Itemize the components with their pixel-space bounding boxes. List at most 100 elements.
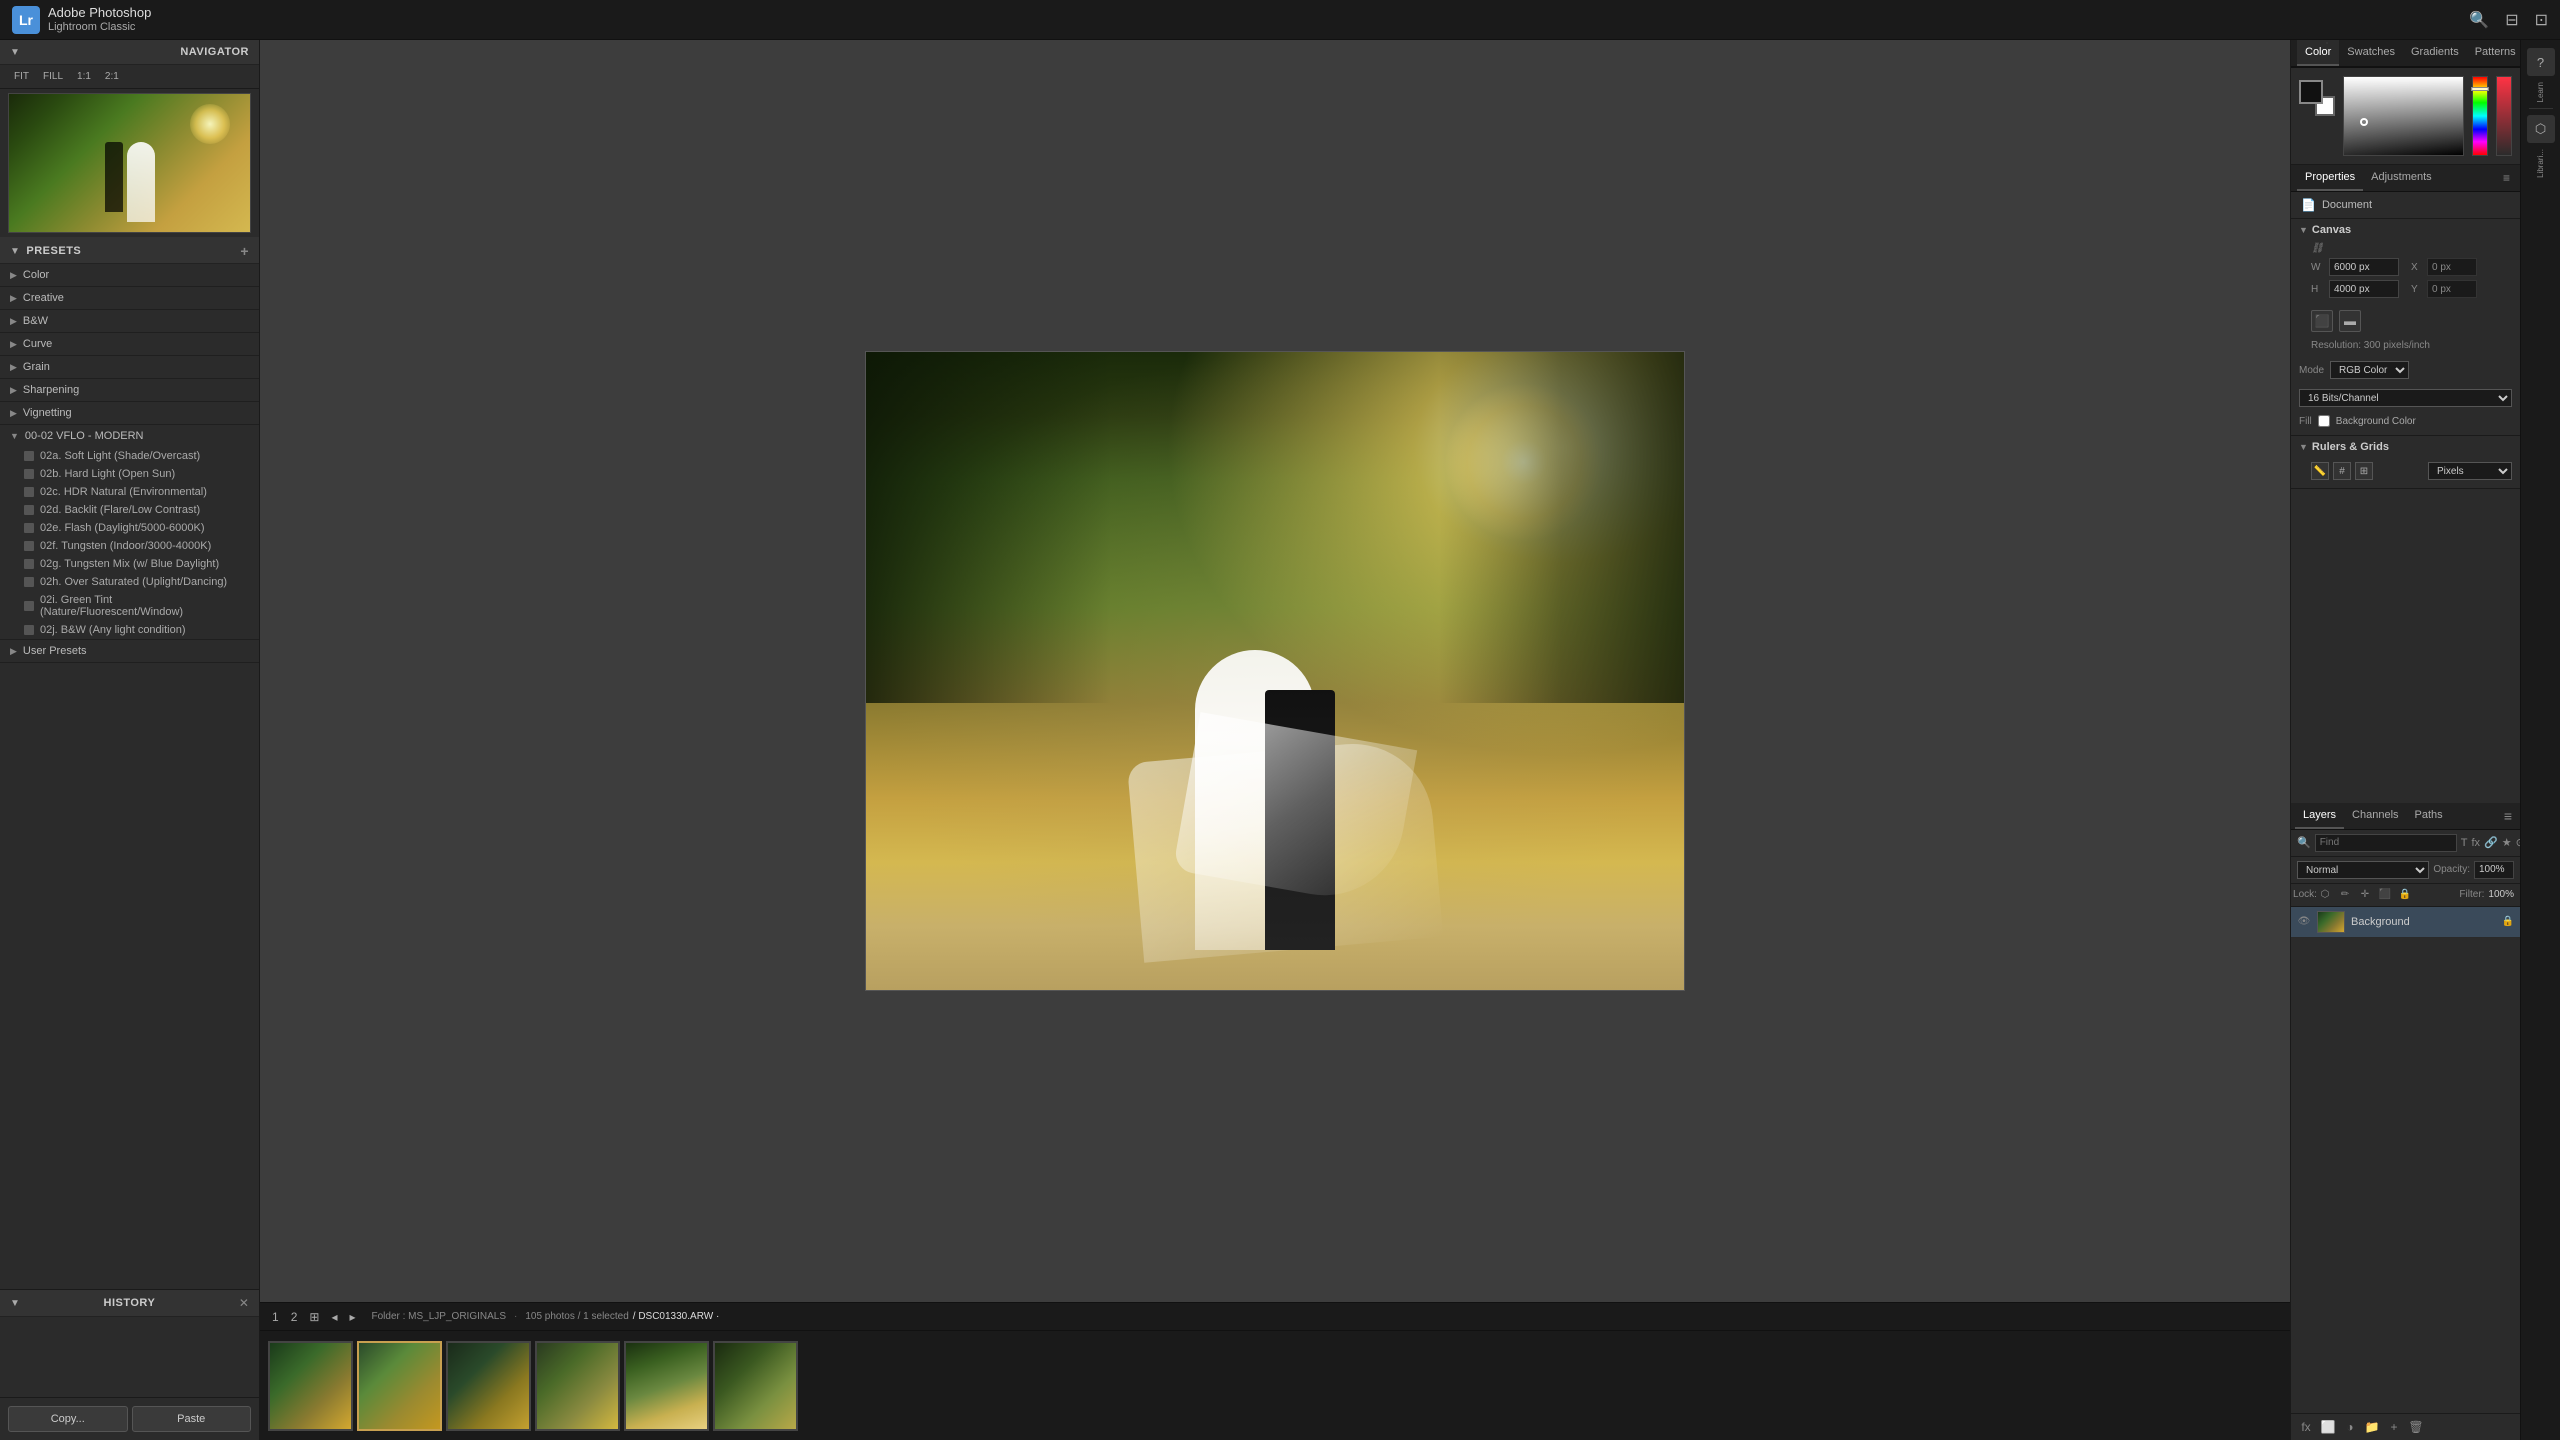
preset-item-02g[interactable]: 02g. Tungsten Mix (w/ Blue Daylight) bbox=[0, 555, 259, 573]
filmstrip-thumb-6[interactable] bbox=[713, 1341, 798, 1431]
view-btn-2[interactable]: 2 bbox=[287, 1308, 302, 1326]
layer-smart-icon[interactable]: 🔗 bbox=[2484, 834, 2498, 852]
canvas-area[interactable] bbox=[260, 40, 2290, 1302]
filmstrip-thumb-3[interactable] bbox=[446, 1341, 531, 1431]
libraries-label[interactable]: Librari... bbox=[2536, 149, 2545, 178]
lock-artboard-btn[interactable]: ⬛ bbox=[2377, 887, 2393, 903]
blend-mode-select[interactable]: Normal Multiply Screen bbox=[2297, 861, 2429, 879]
view-left-btn[interactable]: ◂ bbox=[327, 1308, 341, 1326]
opacity-input[interactable] bbox=[2474, 861, 2514, 879]
color-spectrum[interactable] bbox=[2343, 76, 2464, 156]
adjustment-btn[interactable]: ◑ bbox=[2341, 1418, 2359, 1436]
nav-2-1-btn[interactable]: 2:1 bbox=[101, 69, 123, 84]
tab-layers[interactable]: Layers bbox=[2295, 803, 2344, 829]
copy-button[interactable]: Copy... bbox=[8, 1406, 128, 1432]
bits-select[interactable]: 16 Bits/Channel bbox=[2299, 389, 2512, 407]
learn-label[interactable]: Learn bbox=[2536, 82, 2545, 102]
tab-color[interactable]: Color bbox=[2297, 40, 2339, 66]
foreground-swatch[interactable] bbox=[2299, 80, 2323, 104]
view-right-btn[interactable]: ▸ bbox=[345, 1308, 359, 1326]
presets-add-btn[interactable]: + bbox=[240, 243, 249, 259]
delete-layer-btn[interactable]: 🗑 bbox=[2407, 1418, 2425, 1436]
rulers-unit-select[interactable]: Pixels Inches Centimeters bbox=[2428, 462, 2512, 480]
rulers-header[interactable]: ▼ Rulers & Grids bbox=[2291, 436, 2520, 458]
preset-curve-header[interactable]: ▶ Curve bbox=[0, 333, 259, 355]
preset-item-02j[interactable]: 02j. B&W (Any light condition) bbox=[0, 621, 259, 639]
x-input[interactable] bbox=[2427, 258, 2477, 276]
search-icon[interactable]: 🔍 bbox=[2297, 834, 2311, 852]
window-icon[interactable]: ⊟ bbox=[2505, 10, 2518, 30]
preset-item-02h[interactable]: 02h. Over Saturated (Uplight/Dancing) bbox=[0, 573, 259, 591]
layer-attr-icon[interactable]: ★ bbox=[2502, 834, 2512, 852]
preset-color-header[interactable]: ▶ Color bbox=[0, 264, 259, 286]
portrait-icon-btn[interactable]: ▬ bbox=[2339, 310, 2361, 332]
tab-paths[interactable]: Paths bbox=[2407, 803, 2451, 829]
fill-checkbox[interactable] bbox=[2318, 415, 2330, 427]
link-icon[interactable]: ⛓ bbox=[2311, 243, 2324, 254]
layer-type-icon[interactable]: T bbox=[2461, 834, 2468, 852]
nav-fill-btn[interactable]: FILL bbox=[39, 69, 67, 84]
view-btn-1[interactable]: 1 bbox=[268, 1308, 283, 1326]
presets-header[interactable]: ▼ Presets + bbox=[0, 237, 259, 264]
layers-menu-btn[interactable]: ≡ bbox=[2500, 804, 2516, 828]
alpha-slider[interactable] bbox=[2496, 76, 2512, 156]
tab-channels[interactable]: Channels bbox=[2344, 803, 2406, 829]
maximize-icon[interactable]: ⊡ bbox=[2535, 10, 2548, 30]
preset-item-02a[interactable]: 02a. Soft Light (Shade/Overcast) bbox=[0, 447, 259, 465]
ruler-icon-3[interactable]: ⊞ bbox=[2355, 462, 2373, 480]
fx-btn[interactable]: fx bbox=[2297, 1418, 2315, 1436]
tab-swatches[interactable]: Swatches bbox=[2339, 40, 2403, 66]
libraries-btn[interactable]: ⬡ bbox=[2527, 115, 2555, 143]
preset-user-header[interactable]: ▶ User Presets bbox=[0, 640, 259, 662]
layer-fx-icon[interactable]: fx bbox=[2471, 834, 2480, 852]
nav-1-1-btn[interactable]: 1:1 bbox=[73, 69, 95, 84]
preset-creative-header[interactable]: ▶ Creative bbox=[0, 287, 259, 309]
layer-eye-icon[interactable]: 👁 bbox=[2297, 915, 2311, 929]
canvas-header[interactable]: ▼ Canvas bbox=[2291, 219, 2520, 241]
learn-btn[interactable]: ? bbox=[2527, 48, 2555, 76]
paste-button[interactable]: Paste bbox=[132, 1406, 252, 1432]
preset-grain-header[interactable]: ▶ Grain bbox=[0, 356, 259, 378]
lock-paint-btn[interactable]: ✏ bbox=[2337, 887, 2353, 903]
search-top-icon[interactable]: 🔍 bbox=[2469, 10, 2489, 30]
history-header[interactable]: ▼ History ✕ bbox=[0, 1290, 259, 1317]
height-input[interactable] bbox=[2329, 280, 2399, 298]
navigator-header[interactable]: ▼ Navigator bbox=[0, 40, 259, 65]
preset-bw-header[interactable]: ▶ B&W bbox=[0, 310, 259, 332]
width-input[interactable] bbox=[2329, 258, 2399, 276]
layer-background[interactable]: 👁 Background 🔒 bbox=[2291, 907, 2520, 938]
preset-item-02f[interactable]: 02f. Tungsten (Indoor/3000-4000K) bbox=[0, 537, 259, 555]
lock-position-btn[interactable]: ✛ bbox=[2357, 887, 2373, 903]
filmstrip-thumb-4[interactable] bbox=[535, 1341, 620, 1431]
new-layer-btn[interactable]: + bbox=[2385, 1418, 2403, 1436]
filmstrip-thumb-1[interactable] bbox=[268, 1341, 353, 1431]
preset-item-02c[interactable]: 02c. HDR Natural (Environmental) bbox=[0, 483, 259, 501]
preset-item-02i[interactable]: 02i. Green Tint (Nature/Fluorescent/Wind… bbox=[0, 591, 259, 621]
history-close-btn[interactable]: ✕ bbox=[239, 1296, 249, 1310]
group-btn[interactable]: 📁 bbox=[2363, 1418, 2381, 1436]
preset-vignetting-header[interactable]: ▶ Vignetting bbox=[0, 402, 259, 424]
preset-custom-header[interactable]: ▼ 00-02 VFLO - MODERN bbox=[0, 425, 259, 447]
props-menu-icon[interactable]: ≡ bbox=[2499, 167, 2514, 189]
layers-search-input[interactable] bbox=[2315, 834, 2457, 852]
mode-select[interactable]: RGB Color bbox=[2330, 361, 2409, 379]
landscape-icon-btn[interactable]: ⬛ bbox=[2311, 310, 2333, 332]
filmstrip-thumb-2[interactable] bbox=[357, 1341, 442, 1431]
add-mask-btn[interactable]: ⬜ bbox=[2319, 1418, 2337, 1436]
preset-item-02d[interactable]: 02d. Backlit (Flare/Low Contrast) bbox=[0, 501, 259, 519]
lock-all-btn[interactable]: 🔒 bbox=[2397, 887, 2413, 903]
preset-item-02e[interactable]: 02e. Flash (Daylight/5000-6000K) bbox=[0, 519, 259, 537]
y-input[interactable] bbox=[2427, 280, 2477, 298]
tab-adjustments[interactable]: Adjustments bbox=[2363, 165, 2440, 191]
tab-gradients[interactable]: Gradients bbox=[2403, 40, 2467, 66]
preset-item-02b[interactable]: 02b. Hard Light (Open Sun) bbox=[0, 465, 259, 483]
fg-bg-swatches[interactable] bbox=[2299, 80, 2335, 116]
lock-transparency-btn[interactable]: ⬡ bbox=[2317, 887, 2333, 903]
ruler-icon-1[interactable]: 📏 bbox=[2311, 462, 2329, 480]
tab-patterns[interactable]: Patterns bbox=[2467, 40, 2520, 66]
tab-properties[interactable]: Properties bbox=[2297, 165, 2363, 191]
ruler-icon-2[interactable]: # bbox=[2333, 462, 2351, 480]
view-grid-btn[interactable]: ⊞ bbox=[305, 1308, 323, 1326]
document-btn[interactable]: 📄 Document bbox=[2291, 192, 2520, 219]
hue-slider[interactable] bbox=[2472, 76, 2488, 156]
